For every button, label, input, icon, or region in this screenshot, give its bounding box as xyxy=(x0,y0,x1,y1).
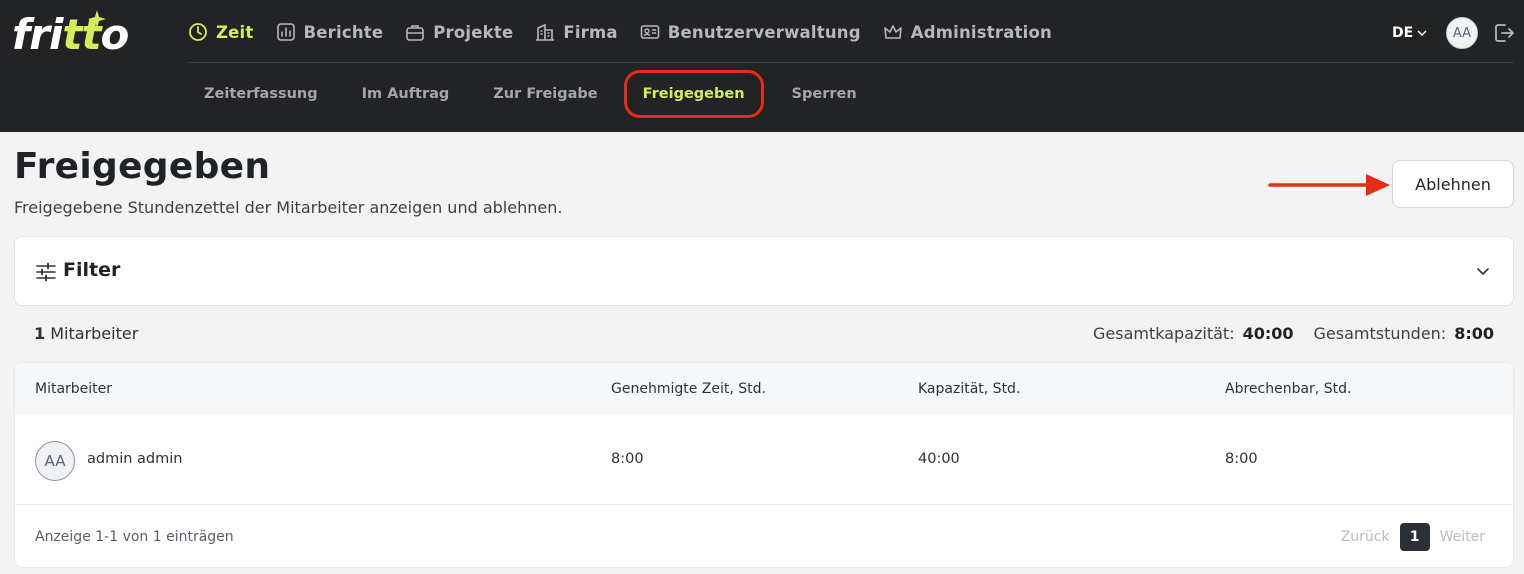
page-number-label: 1 xyxy=(1409,529,1420,545)
tab-freigegeben[interactable]: Freigegeben xyxy=(623,70,764,118)
crown-icon xyxy=(883,25,902,39)
tab-label: Zur Freigabe xyxy=(493,86,598,102)
column-header-employee[interactable]: Mitarbeiter xyxy=(35,381,112,397)
language-selector[interactable]: DE xyxy=(1392,22,1427,44)
employee-table: Mitarbeiter Genehmigte Zeit, Std. Kapazi… xyxy=(14,362,1514,568)
employee-name: admin admin xyxy=(87,451,183,467)
tab-label: Freigegeben xyxy=(642,86,745,102)
nav-item-administration[interactable]: Administration xyxy=(883,14,1052,50)
reject-button-label: Ablehnen xyxy=(1415,174,1491,194)
total-hours-label: Gesamtstunden: xyxy=(1313,324,1447,343)
column-header-capacity[interactable]: Kapazität, Std. xyxy=(918,381,1020,397)
tab-sperren[interactable]: Sperren xyxy=(776,70,873,118)
employee-count-value: 1 xyxy=(34,324,46,343)
briefcase-icon xyxy=(406,25,425,41)
nav-item-label: Berichte xyxy=(303,22,384,42)
logo-wordmark: fritto xyxy=(12,10,129,59)
top-navigation-bar: fritto Zeit Berichte Projekte Firma Benu… xyxy=(0,0,1524,132)
id-card-icon xyxy=(640,25,660,39)
nav-item-projekte[interactable]: Projekte xyxy=(405,14,513,50)
tab-label: Zeiterfassung xyxy=(204,86,318,102)
total-capacity-label: Gesamtkapazität: xyxy=(1093,324,1235,343)
table-row[interactable]: AA admin admin 8:00 40:00 8:00 xyxy=(15,415,1513,505)
nav-item-label: Administration xyxy=(910,22,1052,42)
logo-text-part: fri xyxy=(12,10,63,59)
tab-im-auftrag[interactable]: Im Auftrag xyxy=(346,70,466,118)
chart-icon xyxy=(276,23,295,41)
chevron-down-icon xyxy=(1417,30,1427,37)
chevron-down-icon[interactable] xyxy=(1475,263,1491,279)
employee-count: 1 Mitarbeiter xyxy=(34,324,138,343)
language-label: DE xyxy=(1392,25,1414,41)
pagination: Zurück 1 Weiter xyxy=(1341,523,1485,551)
next-page-button[interactable]: Weiter xyxy=(1440,529,1485,545)
nav-item-benutzerverwaltung[interactable]: Benutzerverwaltung xyxy=(640,14,861,50)
page-number-button[interactable]: 1 xyxy=(1399,523,1430,551)
avatar-initials: AA xyxy=(44,452,66,470)
building-icon xyxy=(536,23,555,41)
billable-cell: 8:00 xyxy=(1225,451,1258,467)
clock-icon xyxy=(189,23,207,41)
tab-label: Im Auftrag xyxy=(361,86,450,102)
column-header-billable[interactable]: Abrechenbar, Std. xyxy=(1225,381,1351,397)
reject-button[interactable]: Ablehnen xyxy=(1392,160,1514,208)
pagination-info: Anzeige 1-1 von 1 einträgen xyxy=(35,529,234,545)
employee-count-label: Mitarbeiter xyxy=(50,324,139,343)
avatar-initials: AA xyxy=(1452,25,1472,41)
main-nav: Zeit Berichte Projekte Firma Benutzerver… xyxy=(188,14,1074,50)
nav-divider xyxy=(188,62,1514,63)
column-header-approved-time[interactable]: Genehmigte Zeit, Std. xyxy=(611,381,766,397)
nav-item-label: Benutzerverwaltung xyxy=(667,22,861,42)
sliders-icon xyxy=(36,262,56,282)
avatar: AA xyxy=(35,441,75,481)
nav-item-label: Projekte xyxy=(433,22,514,42)
approved-time-cell: 8:00 xyxy=(611,451,644,467)
table-header: Mitarbeiter Genehmigte Zeit, Std. Kapazi… xyxy=(15,363,1513,415)
nav-item-berichte[interactable]: Berichte xyxy=(276,14,384,50)
totals-summary: Gesamtkapazität: 40:00 Gesamtstunden: 8:… xyxy=(1093,324,1494,343)
tab-label: Sperren xyxy=(791,86,857,102)
tab-zeiterfassung[interactable]: Zeiterfassung xyxy=(188,70,334,118)
filter-label: Filter xyxy=(63,259,121,281)
nav-item-firma[interactable]: Firma xyxy=(535,14,618,50)
prev-page-button[interactable]: Zurück xyxy=(1341,529,1390,545)
sparkle-icon xyxy=(88,10,106,28)
filter-panel[interactable]: Filter xyxy=(14,236,1514,306)
total-hours-value: 8:00 xyxy=(1454,324,1494,343)
capacity-cell: 40:00 xyxy=(918,451,960,467)
total-capacity-value: 40:00 xyxy=(1242,324,1294,343)
tab-zur-freigabe[interactable]: Zur Freigabe xyxy=(477,70,613,118)
sub-nav: Zeiterfassung Im Auftrag Zur Freigabe Fr… xyxy=(188,68,885,120)
fritto-logo[interactable]: fritto xyxy=(12,10,142,59)
nav-item-label: Firma xyxy=(563,22,618,42)
nav-item-label: Zeit xyxy=(216,22,254,42)
page-subtitle: Freigegebene Stundenzettel der Mitarbeit… xyxy=(14,198,563,217)
user-avatar[interactable]: AA xyxy=(1446,17,1478,49)
nav-item-zeit[interactable]: Zeit xyxy=(188,14,254,50)
logout-icon[interactable] xyxy=(1492,21,1516,45)
page-title: Freigegeben xyxy=(14,146,271,187)
annotation-arrow-icon xyxy=(1268,174,1390,196)
